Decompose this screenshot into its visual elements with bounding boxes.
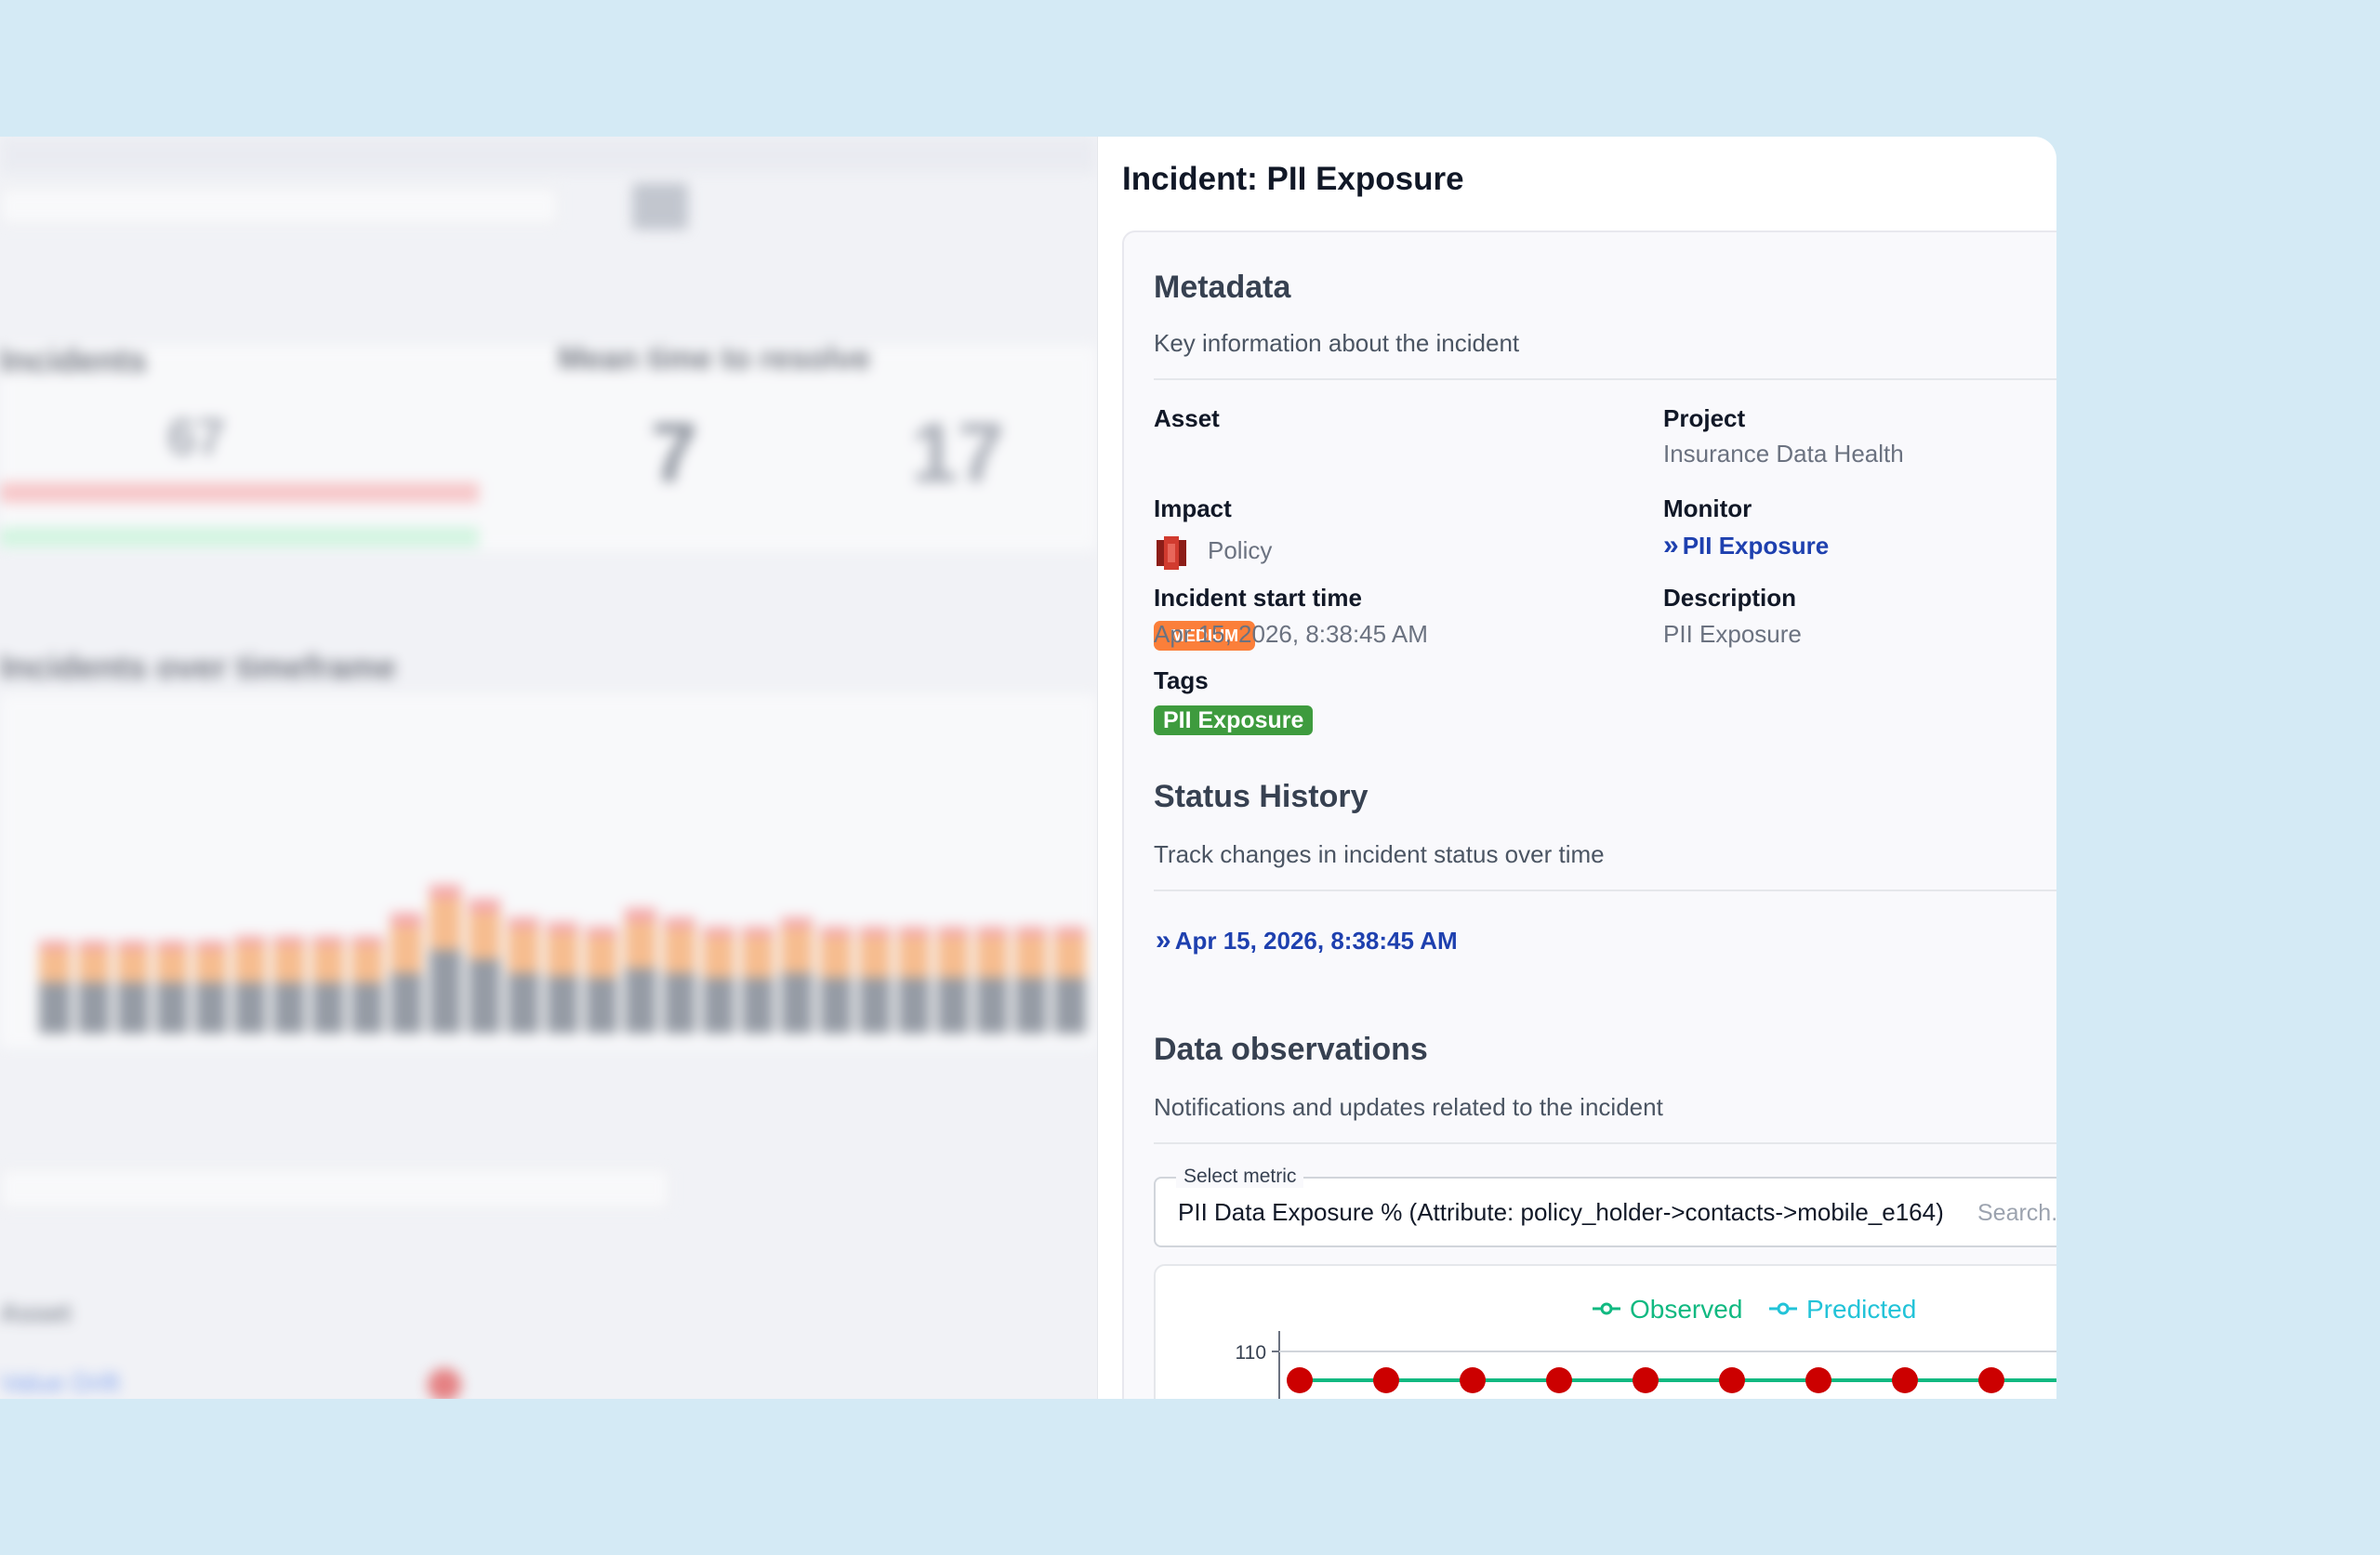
observed-point <box>1805 1367 1831 1393</box>
description-value: PII Exposure <box>1663 620 1802 648</box>
metadata-subtitle: Key information about the incident <box>1154 329 1520 357</box>
metric-select-label: Select metric <box>1176 1166 1304 1188</box>
observed-point <box>1287 1367 1313 1393</box>
asset-label: Asset <box>1154 404 1220 432</box>
policy-asset-icon <box>1157 536 1186 570</box>
panel-title: Incident: PII Exposure <box>1122 161 1464 197</box>
background-dashboard-blurred: Incidents 67 Mean time to resolve 7 17 I… <box>0 137 1097 1399</box>
legend-label-1: Predicted <box>1806 1295 1916 1324</box>
observations-chart: Observed Predicted 110 <box>1154 1264 2056 1399</box>
description-label: Description <box>1663 584 1797 612</box>
monitor-link[interactable]: » PII Exposure <box>1663 530 1829 561</box>
y-tick-label: 110 <box>1236 1342 1266 1364</box>
incident-details-card: Metadata Key information about the incid… <box>1122 231 2056 1399</box>
double-chevron-right-icon: » <box>1156 925 1171 955</box>
start-time-label: Incident start time <box>1154 584 1362 612</box>
project-label: Project <box>1663 404 1746 432</box>
legend-label-0: Observed <box>1630 1295 1742 1324</box>
start-time-value: Apr 15, 2026, 8:38:45 AM <box>1154 620 1428 648</box>
observations-chart-svg: Observed Predicted 110 <box>1236 1295 2056 1399</box>
legend-marker-0 <box>1600 1302 1613 1315</box>
double-chevron-right-icon: » <box>1663 530 1679 560</box>
status-history-entry[interactable]: » Apr 15, 2026, 8:38:45 AM <box>1156 925 1458 956</box>
observed-point <box>1633 1367 1659 1393</box>
data-observations-subtitle: Notifications and updates related to the… <box>1154 1093 1663 1121</box>
metric-search-input[interactable]: Search... <box>1977 1200 2056 1227</box>
status-history-title: Status History <box>1154 779 1368 814</box>
status-history-entry-time: Apr 15, 2026, 8:38:45 AM <box>1174 926 1458 955</box>
tag-badge: PII Exposure <box>1154 705 1314 735</box>
monitor-label: Monitor <box>1663 494 1752 522</box>
incident-details-panel: Incident: PII Exposure Metadata Key info… <box>1097 137 2056 1399</box>
status-history-divider <box>1154 890 2056 891</box>
observed-point <box>1460 1367 1486 1393</box>
status-history-subtitle: Track changes in incident status over ti… <box>1154 840 1605 868</box>
background-dashboard: Incidents 67 Mean time to resolve 7 17 I… <box>0 137 1097 1399</box>
observed-point <box>1373 1367 1399 1393</box>
metric-select[interactable]: Select metric PII Data Exposure % (Attri… <box>1154 1166 2056 1247</box>
data-observations-title: Data observations <box>1154 1032 1428 1067</box>
observed-point <box>1719 1367 1745 1393</box>
legend-marker-1 <box>1777 1302 1790 1315</box>
observed-point <box>1978 1367 2004 1393</box>
metadata-title: Metadata <box>1154 270 1291 305</box>
observed-point <box>1546 1367 1572 1393</box>
metadata-divider <box>1154 378 2056 380</box>
impact-label: Impact <box>1154 494 1232 522</box>
project-value: Insurance Data Health <box>1663 440 1904 468</box>
observed-point <box>1892 1367 1918 1393</box>
tags-label: Tags <box>1154 666 1209 694</box>
data-observations-divider <box>1154 1142 2056 1144</box>
monitor-link-label: PII Exposure <box>1682 531 1830 560</box>
asset-value[interactable]: Policy <box>1208 536 1272 565</box>
metric-select-value: PII Data Exposure % (Attribute: policy_h… <box>1178 1198 1944 1226</box>
